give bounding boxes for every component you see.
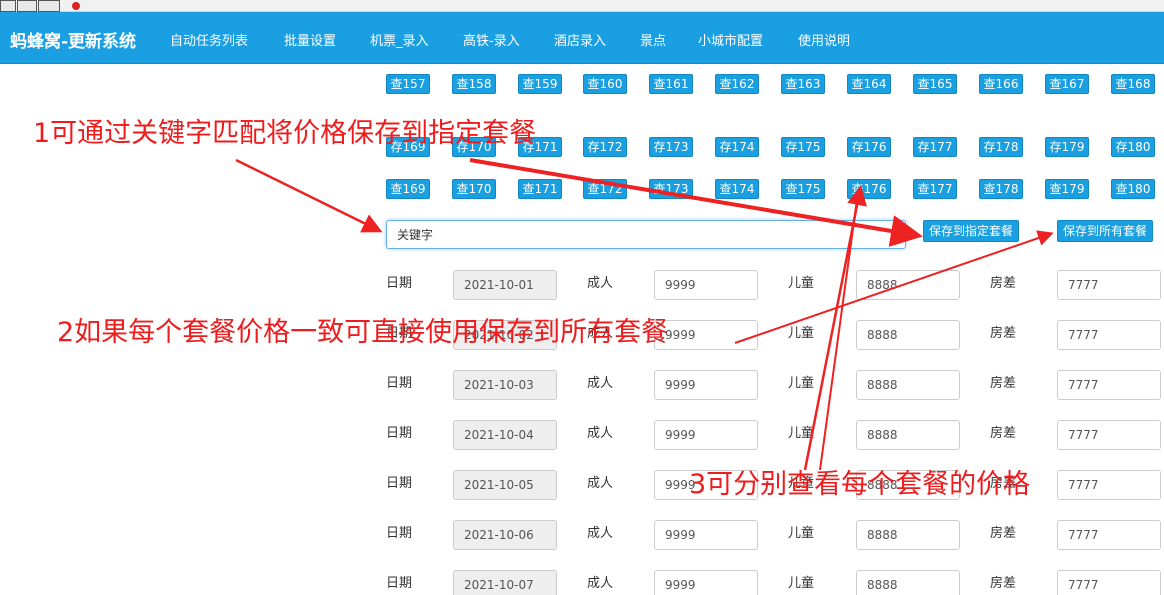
arrow-to-view-buttons-2 <box>819 191 859 471</box>
annotation-note-3: 3可分别查看每个套餐的价格 <box>689 469 1031 500</box>
annotation-note-2: 2如果每个套餐价格一致可直接使用保存到所有套餐 <box>57 317 669 348</box>
arrow-to-keyword-input <box>235 158 383 233</box>
arrow-to-save-all <box>734 230 1054 344</box>
arrow-to-save-specified <box>469 158 923 247</box>
annotation-arrows <box>235 158 1054 471</box>
annotation-note-1: 1可通过关键字匹配将价格保存到指定套餐 <box>33 118 537 149</box>
